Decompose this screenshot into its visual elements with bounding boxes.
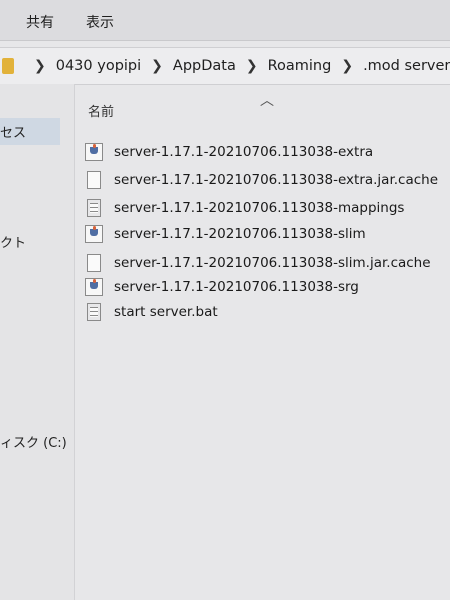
file-name: server-1.17.1-20210706.113038-slim.jar.c… bbox=[114, 255, 431, 271]
list-item[interactable]: server-1.17.1-20210706.113038-slim bbox=[85, 224, 366, 244]
chevron-up-icon[interactable]: ︿ bbox=[260, 90, 274, 110]
nav-item-objects[interactable]: クト bbox=[0, 232, 26, 251]
breadcrumb-item-roaming[interactable]: Roaming bbox=[268, 58, 332, 74]
list-item[interactable]: server-1.17.1-20210706.113038-srg bbox=[85, 277, 359, 297]
file-list: ︿ 名前 server-1.17.1-20210706.113038-extra… bbox=[75, 84, 450, 600]
list-item[interactable]: server-1.17.1-20210706.113038-mappings bbox=[85, 198, 404, 218]
ribbon: 共有 表示 bbox=[0, 0, 450, 41]
tab-view[interactable]: 表示 bbox=[86, 12, 114, 32]
address-bar[interactable]: ❯ 0430 yopipi ❯ AppData ❯ Roaming ❯ .mod… bbox=[0, 47, 450, 85]
chevron-right-icon[interactable]: ❯ bbox=[151, 58, 163, 74]
tab-share[interactable]: 共有 bbox=[26, 12, 54, 32]
folder-icon bbox=[2, 58, 14, 74]
breadcrumb-item-folder[interactable]: .mod server2 1.17 bbox=[363, 58, 450, 74]
nav-item-quick-access[interactable]: セス bbox=[0, 118, 60, 145]
file-name: server-1.17.1-20210706.113038-extra.jar.… bbox=[114, 172, 439, 188]
java-jar-icon bbox=[85, 278, 103, 296]
file-icon bbox=[87, 254, 101, 272]
batch-file-icon bbox=[87, 303, 101, 321]
file-name: start server.bat bbox=[114, 304, 218, 320]
list-item[interactable]: start server.bat bbox=[85, 302, 218, 322]
text-file-icon bbox=[87, 199, 101, 217]
file-name: server-1.17.1-20210706.113038-slim bbox=[114, 226, 366, 242]
chevron-right-icon[interactable]: ❯ bbox=[246, 58, 258, 74]
list-item[interactable]: server-1.17.1-20210706.113038-extra.jar.… bbox=[85, 170, 438, 190]
column-header-name[interactable]: 名前 bbox=[88, 101, 114, 120]
chevron-right-icon[interactable]: ❯ bbox=[34, 58, 46, 74]
java-jar-icon bbox=[85, 143, 103, 161]
breadcrumb-item-appdata[interactable]: AppData bbox=[173, 58, 236, 74]
nav-item-local-disk[interactable]: ィスク (C:) bbox=[0, 432, 67, 451]
file-name: server-1.17.1-20210706.113038-srg bbox=[114, 279, 359, 295]
java-jar-icon bbox=[85, 225, 103, 243]
list-item[interactable]: server-1.17.1-20210706.113038-slim.jar.c… bbox=[85, 253, 431, 273]
file-icon bbox=[87, 171, 101, 189]
file-name: server-1.17.1-20210706.113038-mappings bbox=[114, 200, 405, 216]
navigation-pane: セス クト ィスク (C:) bbox=[0, 84, 75, 600]
chevron-right-icon[interactable]: ❯ bbox=[341, 58, 353, 74]
list-item[interactable]: server-1.17.1-20210706.113038-extra bbox=[85, 142, 373, 162]
file-name: server-1.17.1-20210706.113038-extra bbox=[114, 144, 374, 160]
breadcrumb-item-user[interactable]: 0430 yopipi bbox=[56, 58, 141, 74]
